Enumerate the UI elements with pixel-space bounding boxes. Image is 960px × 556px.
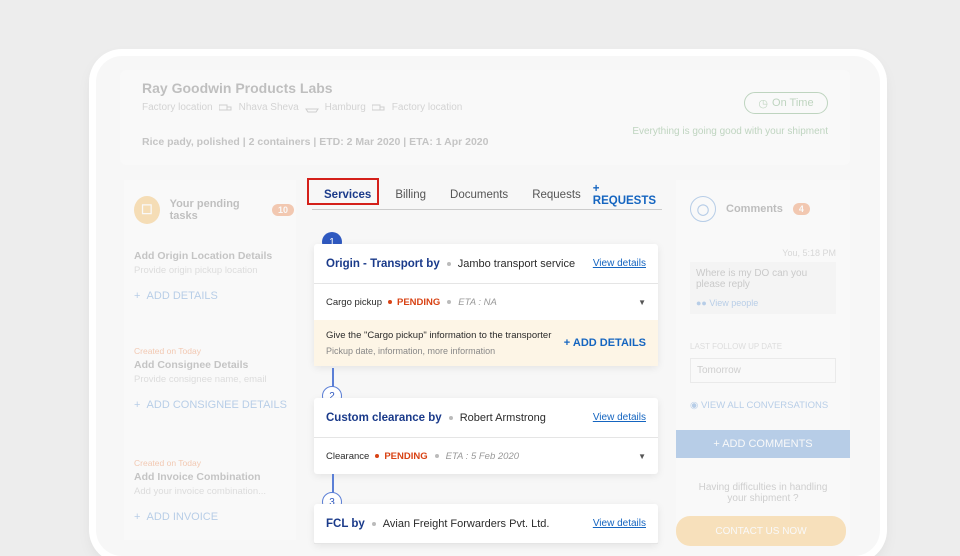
chat-icon: ◯ <box>690 196 716 222</box>
comments-title: Comments <box>726 203 783 215</box>
task-icon: ☐ <box>134 196 160 224</box>
company-name: Ray Goodwin Products Labs <box>142 80 333 96</box>
add-comments-button[interactable]: + ADD COMMENTS <box>676 430 850 458</box>
service-card-origin: Origin - Transport by Jambo transport ser… <box>314 244 658 366</box>
task-subtitle: Provide origin pickup location <box>134 265 258 276</box>
task-subtitle: Provide consignee name, email <box>134 374 267 385</box>
comments-panel: ◯ Comments 4 You, 5:18 PM Where is my DO… <box>676 180 850 546</box>
tab-documents[interactable]: Documents <box>438 189 520 201</box>
comment-bubble: Where is my DO can you please reply ●● Vi… <box>690 262 836 314</box>
task-row[interactable]: Clearance PENDING ETA : 5 Feb 2020 ▼ <box>314 438 658 474</box>
tab-billing[interactable]: Billing <box>383 189 438 201</box>
service-header: Custom clearance by Robert Armstrong View… <box>314 398 658 438</box>
add-request-button[interactable]: + REQUESTS <box>593 183 662 207</box>
add-invoice-button[interactable]: + ADD INVOICE <box>134 511 294 523</box>
add-details-button[interactable]: + ADD DETAILS <box>564 337 646 349</box>
comments-count: 4 <box>792 203 810 215</box>
route-port-1: Nhava Sheva <box>238 102 299 113</box>
comments-header: ◯ Comments 4 <box>690 196 810 222</box>
pending-tasks-panel: ☐ Your pending tasks 10 Add Origin Locatio… <box>124 180 296 540</box>
task-item: Add Origin Location Details Provide orig… <box>134 250 294 302</box>
task-row[interactable]: Cargo pickup PENDING ETA : NA ▼ <box>314 284 658 320</box>
status-pending: PENDING <box>384 450 428 462</box>
info-subtitle: Pickup date, information, more informati… <box>326 346 496 356</box>
shipment-summary: Ray Goodwin Products Labs Factory locati… <box>120 70 850 165</box>
pending-header: ☐ Your pending tasks 10 <box>134 196 294 224</box>
task-subtitle: Add your invoice combination... <box>134 486 267 497</box>
view-details-link[interactable]: View details <box>593 518 646 529</box>
services-panel: Services Billing Documents Requests + RE… <box>307 178 662 544</box>
route-destination: Factory location <box>391 102 463 113</box>
task-title: Add Consignee Details <box>134 359 249 371</box>
service-provider: Avian Freight Forwarders Pvt. Ltd. <box>382 517 550 530</box>
truck-icon <box>371 104 385 110</box>
task-item: Created on Today Add Consignee Details P… <box>134 346 294 411</box>
view-details-link[interactable]: View details <box>593 258 646 269</box>
followup-input[interactable]: Tomorrow <box>690 358 836 383</box>
service-card-fcl: FCL by Avian Freight Forwarders Pvt. Ltd.… <box>314 504 658 544</box>
route-bar: Factory location Nhava Sheva Hamburg Fac… <box>142 102 828 113</box>
service-title: FCL by <box>326 517 365 530</box>
task-title: Add Invoice Combination <box>134 471 261 483</box>
status-label: On Time <box>772 97 814 109</box>
help-text: Having difficulties in handling your shi… <box>698 482 828 504</box>
pending-count: 10 <box>271 204 294 216</box>
followup-label: LAST FOLLOW UP DATE <box>690 342 783 351</box>
ship-icon <box>304 108 319 112</box>
status-badge: ◷ On Time <box>744 92 828 114</box>
task-item: Created on Today Add Invoice Combination… <box>134 458 294 523</box>
chevron-down-icon[interactable]: ▼ <box>638 298 646 307</box>
pending-label: Your pending tasks <box>169 198 240 222</box>
service-provider: Robert Armstrong <box>459 411 546 424</box>
service-header: FCL by Avian Freight Forwarders Pvt. Ltd.… <box>314 504 658 544</box>
service-title: Origin - Transport by <box>326 257 440 270</box>
task-tag: Created on Today <box>134 458 201 468</box>
service-header: Origin - Transport by Jambo transport ser… <box>314 244 658 284</box>
add-consignee-button[interactable]: + ADD CONSIGNEE DETAILS <box>134 399 294 411</box>
clock-icon: ◷ <box>758 97 769 110</box>
tab-requests[interactable]: Requests <box>520 189 593 201</box>
truck-icon <box>218 104 232 110</box>
eta-text: ETA : NA <box>458 296 497 308</box>
view-people-link[interactable]: ●● View people <box>696 298 830 308</box>
contact-us-button[interactable]: CONTACT US NOW <box>676 516 846 546</box>
status-message: Everything is going good with your shipm… <box>632 126 828 137</box>
service-title: Custom clearance by <box>326 411 442 424</box>
view-details-link[interactable]: View details <box>593 412 646 423</box>
task-name: Clearance <box>326 450 370 462</box>
comment-time: You, 5:18 PM <box>782 248 836 258</box>
route-origin: Factory location <box>142 102 213 113</box>
task-name: Cargo pickup <box>326 296 382 308</box>
info-title: Give the "Cargo pickup" information to t… <box>326 330 552 341</box>
info-banner: Give the "Cargo pickup" information to t… <box>314 320 658 366</box>
highlight-box <box>307 178 379 205</box>
add-details-button[interactable]: + ADD DETAILS <box>134 290 294 302</box>
view-all-conversations[interactable]: ◉ VIEW ALL CONVERSATIONS <box>690 400 828 411</box>
eta-text: ETA : 5 Feb 2020 <box>445 450 520 462</box>
status-pending: PENDING <box>396 296 441 308</box>
service-provider: Jambo transport service <box>457 257 576 270</box>
comment-text: Where is my DO can you please reply <box>696 268 808 290</box>
service-card-customs: Custom clearance by Robert Armstrong View… <box>314 398 658 474</box>
task-title: Add Origin Location Details <box>134 250 273 262</box>
route-port-2: Hamburg <box>324 102 366 113</box>
task-tag: Created on Today <box>134 346 201 356</box>
chevron-down-icon[interactable]: ▼ <box>638 452 646 461</box>
shipment-meta: Rice pady, polished | 2 containers | ETD… <box>142 136 489 148</box>
